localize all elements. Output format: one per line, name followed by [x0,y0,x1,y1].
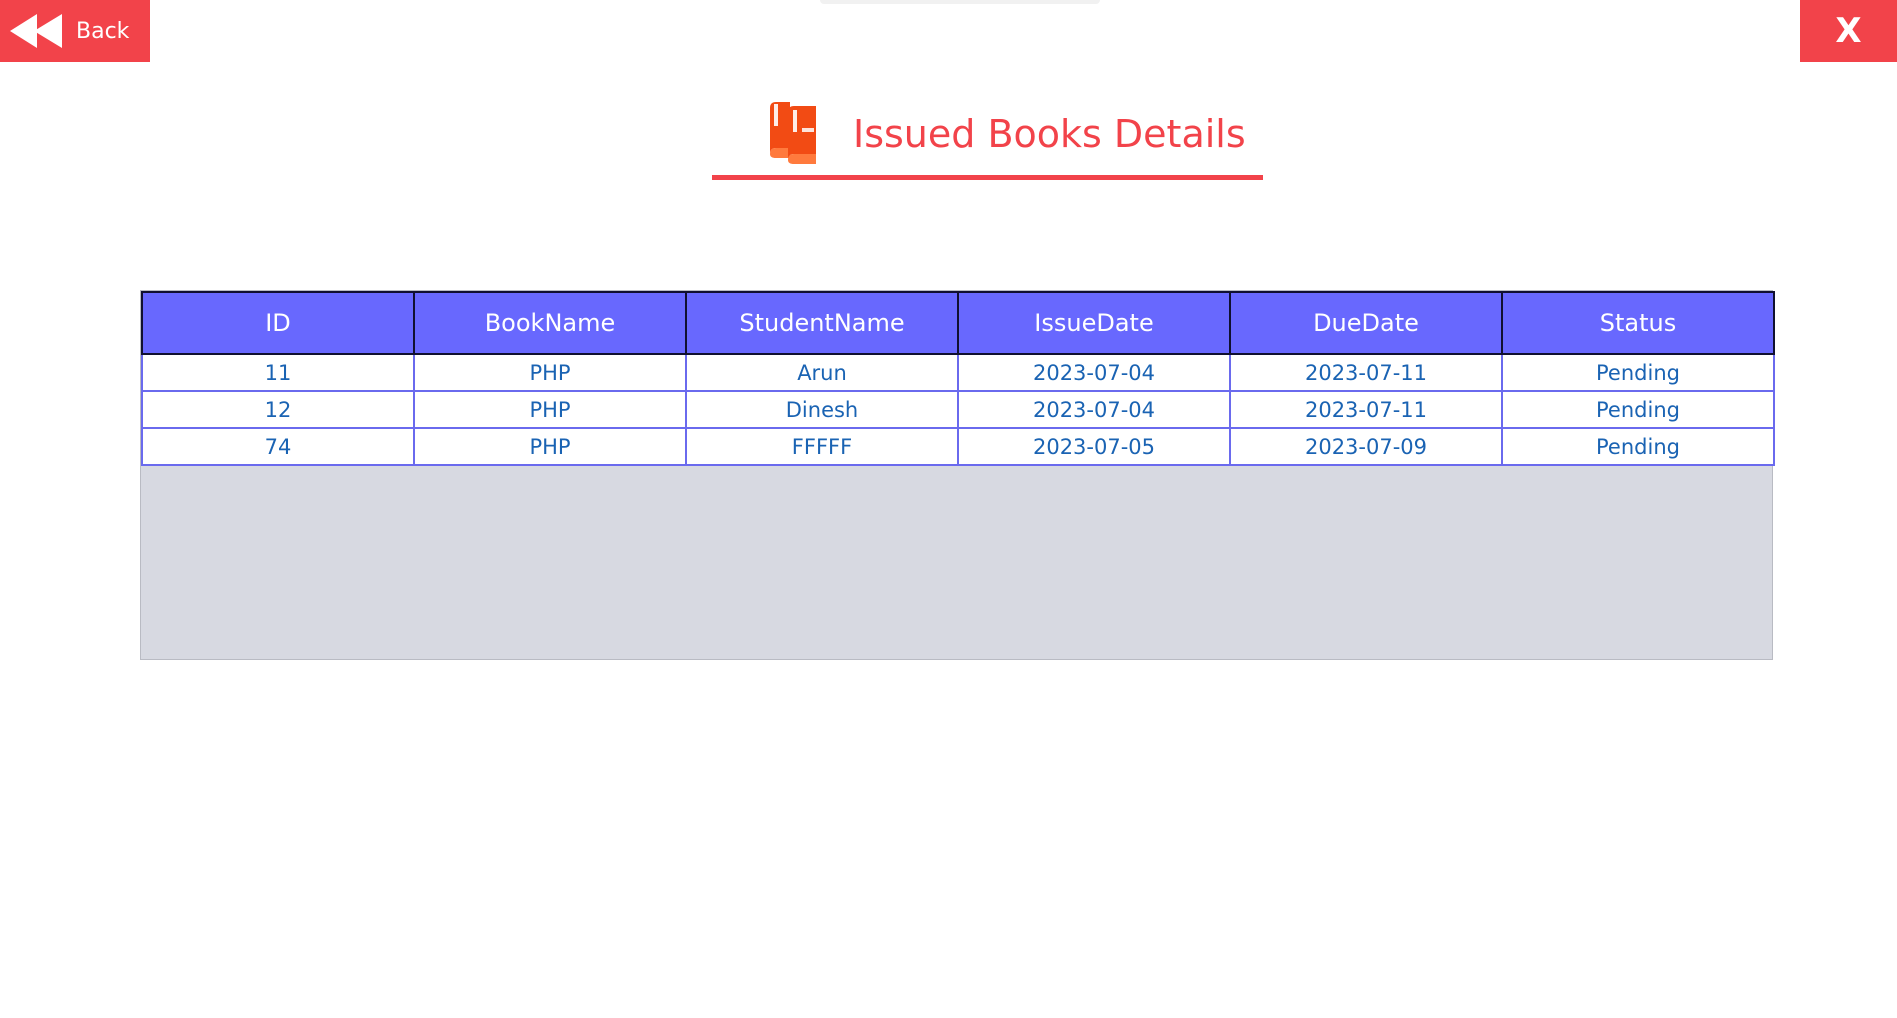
table-row[interactable]: 11 PHP Arun 2023-07-04 2023-07-11 Pendin… [141,353,1775,392]
column-header-status[interactable]: Status [1501,291,1775,355]
title-underline [712,175,1263,180]
rewind-icon [10,14,62,48]
back-button[interactable]: Back [0,0,150,62]
cell-issuedate[interactable]: 2023-07-04 [957,353,1231,392]
column-header-duedate[interactable]: DueDate [1229,291,1503,355]
column-header-studentname[interactable]: StudentName [685,291,959,355]
page-title: Issued Books Details [853,112,1246,156]
table-row[interactable]: 74 PHP FFFFF 2023-07-05 2023-07-09 Pendi… [141,427,1775,466]
page-title-block: Issued Books Details [712,94,1263,180]
column-header-issuedate[interactable]: IssueDate [957,291,1231,355]
column-header-bookname[interactable]: BookName [413,291,687,355]
cell-studentname[interactable]: Arun [685,353,959,392]
cell-status[interactable]: Pending [1501,353,1775,392]
cell-studentname[interactable]: FFFFF [685,427,959,466]
cell-status[interactable]: Pending [1501,390,1775,429]
cell-duedate[interactable]: 2023-07-11 [1229,390,1503,429]
cell-bookname[interactable]: PHP [413,353,687,392]
cell-duedate[interactable]: 2023-07-11 [1229,353,1503,392]
issued-books-table: ID BookName StudentName IssueDate DueDat… [141,291,1775,466]
top-divider [820,0,1100,4]
back-label: Back [76,18,130,44]
table-row[interactable]: 12 PHP Dinesh 2023-07-04 2023-07-11 Pend… [141,390,1775,429]
cell-id[interactable]: 12 [141,390,415,429]
cell-status[interactable]: Pending [1501,427,1775,466]
cell-duedate[interactable]: 2023-07-09 [1229,427,1503,466]
issued-books-grid[interactable]: ID BookName StudentName IssueDate DueDat… [140,290,1775,660]
column-header-id[interactable]: ID [141,291,415,355]
cell-issuedate[interactable]: 2023-07-04 [957,390,1231,429]
cell-studentname[interactable]: Dinesh [685,390,959,429]
cell-issuedate[interactable]: 2023-07-05 [957,427,1231,466]
cell-id[interactable]: 11 [141,353,415,392]
cell-bookname[interactable]: PHP [413,427,687,466]
close-button[interactable]: X [1800,0,1897,62]
issued-books-window: Back X Issued Books Details ID BookName … [0,0,1897,1018]
cell-bookname[interactable]: PHP [413,390,687,429]
cell-id[interactable]: 74 [141,427,415,466]
books-icon [770,102,816,164]
table-header-row: ID BookName StudentName IssueDate DueDat… [141,291,1775,355]
